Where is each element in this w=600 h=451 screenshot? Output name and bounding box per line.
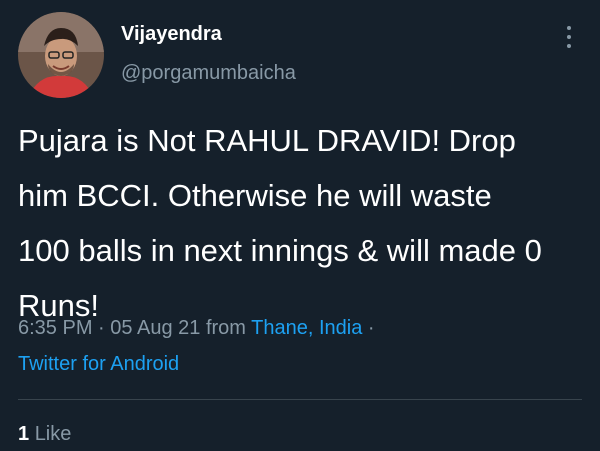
more-vertical-icon-dot: [567, 35, 571, 39]
tweet-line: Pujara is Not RAHUL DRAVID! Drop: [18, 123, 516, 158]
tweet-source-line: Twitter for Android: [18, 353, 179, 376]
divider: [18, 399, 582, 400]
user-handle[interactable]: @porgamumbaicha: [121, 62, 296, 85]
more-vertical-icon-dot: [567, 44, 571, 48]
tweet-time[interactable]: 6:35 PM: [18, 317, 92, 339]
more-vertical-icon: [567, 26, 571, 30]
more-options-button[interactable]: [558, 24, 580, 50]
source-link[interactable]: Twitter for Android: [18, 353, 179, 375]
likes-stat[interactable]: 1 Like: [18, 423, 71, 446]
tweet-text: Pujara is Not RAHUL DRAVID! Drop him BCC…: [18, 113, 588, 333]
display-name[interactable]: Vijayendra: [121, 23, 222, 46]
separator: ·: [98, 317, 105, 339]
likes-count: 1: [18, 423, 30, 445]
from-label: from: [205, 317, 246, 339]
tweet-line: him BCCI. Otherwise he will waste: [18, 178, 492, 213]
tweet-line: 100 balls in next innings & will made 0: [18, 233, 542, 268]
location-link[interactable]: Thane, India: [251, 317, 362, 339]
likes-label: Like: [34, 423, 72, 445]
separator: ·: [367, 317, 375, 339]
tweet-meta: 6:35 PM · 05 Aug 21 from Thane, India ·: [18, 317, 375, 340]
avatar[interactable]: [18, 12, 104, 98]
user-avatar-icon: [18, 12, 104, 98]
tweet-date[interactable]: 05 Aug 21: [110, 317, 200, 339]
